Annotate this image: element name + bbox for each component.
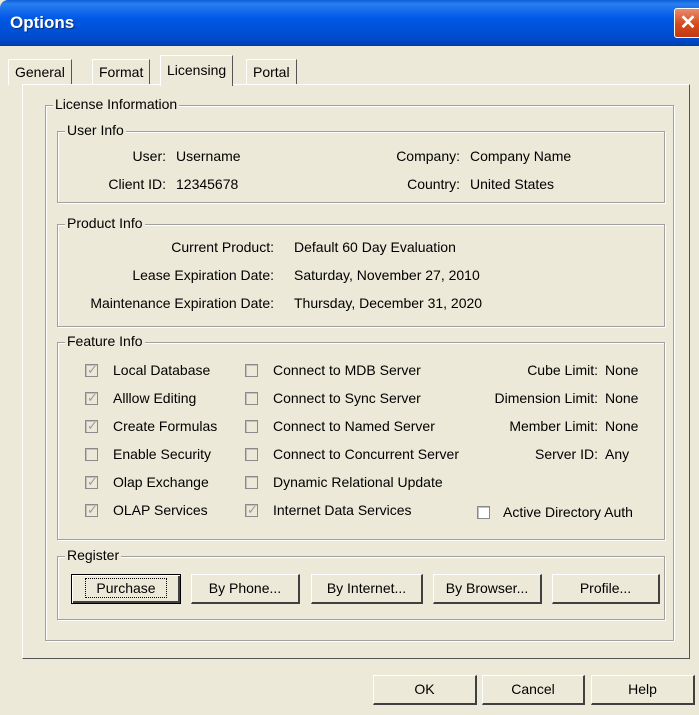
license-information-group: License Information User Info User: User…	[45, 96, 674, 641]
dimension-limit-label: Dimension Limit:	[494, 390, 598, 406]
register-group: Register Purchase By Phone... By Interne…	[57, 547, 665, 620]
active-directory-auth-checkbox[interactable]	[477, 506, 490, 519]
member-limit-value: None	[605, 418, 639, 434]
tab-format[interactable]: Format	[92, 59, 151, 85]
maintenance-expiration-label: Maintenance Expiration Date:	[90, 295, 274, 311]
country-value: United States	[470, 176, 555, 192]
product-info-group: Product Info Current Product: Default 60…	[57, 215, 665, 327]
create-formulas-label: Create Formulas	[113, 418, 218, 434]
connect-sync-server-checkbox[interactable]	[245, 392, 258, 405]
user-info-group: User Info User: Username Client ID: 1234…	[57, 122, 665, 203]
ok-label: OK	[414, 681, 435, 697]
olap-exchange-label: Olap Exchange	[113, 474, 209, 490]
server-id-value: Any	[605, 446, 630, 462]
connect-concurrent-server-checkbox[interactable]	[245, 448, 258, 461]
options-dialog: Options ✕ General Format Licensing Porta…	[0, 0, 699, 715]
cube-limit-value: None	[605, 362, 639, 378]
connect-concurrent-server-label: Connect to Concurrent Server	[273, 446, 459, 462]
title-bar[interactable]: Options ✕	[0, 0, 699, 46]
tab-general[interactable]: General	[8, 59, 72, 85]
connect-mdb-server-checkbox[interactable]	[245, 364, 258, 377]
connect-named-server-label: Connect to Named Server	[273, 418, 435, 434]
check-icon: ✓	[87, 390, 98, 405]
by-internet-label: By Internet...	[326, 580, 407, 596]
server-id-label: Server ID:	[534, 446, 598, 462]
feature-info-group: Feature Info ✓ Local Database ✓ Alllow E…	[57, 333, 665, 540]
connect-mdb-server-label: Connect to MDB Server	[273, 362, 421, 378]
license-information-legend: License Information	[53, 96, 180, 112]
profile-label: Profile...	[579, 580, 632, 596]
help-label: Help	[628, 681, 657, 697]
country-label: Country:	[407, 176, 460, 192]
company-value: Company Name	[470, 148, 572, 164]
internet-data-services-checkbox[interactable]: ✓	[245, 502, 258, 517]
window-title: Options	[10, 13, 75, 32]
tab-format-label: Format	[99, 64, 144, 80]
cube-limit-label: Cube Limit:	[527, 362, 598, 378]
olap-services-label: OLAP Services	[113, 502, 208, 518]
connect-sync-server-label: Connect to Sync Server	[273, 390, 421, 406]
allow-editing-label: Alllow Editing	[113, 390, 197, 406]
dynamic-relational-update-label: Dynamic Relational Update	[273, 474, 443, 490]
by-phone-label: By Phone...	[208, 580, 282, 596]
olap-exchange-checkbox[interactable]: ✓	[85, 474, 98, 489]
active-directory-auth-label: Active Directory Auth	[503, 504, 633, 520]
product-info-legend: Product Info	[65, 215, 145, 231]
maintenance-expiration-value: Thursday, December 31, 2020	[294, 295, 483, 311]
check-icon: ✓	[87, 362, 98, 377]
current-product-label: Current Product:	[171, 239, 274, 255]
check-icon: ✓	[247, 502, 258, 517]
client-id-label: Client ID:	[108, 176, 166, 192]
enable-security-checkbox[interactable]	[85, 448, 98, 461]
help-button[interactable]: Help	[591, 675, 695, 705]
by-phone-button[interactable]: By Phone...	[191, 574, 300, 604]
tab-general-label: General	[15, 64, 65, 80]
check-icon: ✓	[87, 418, 98, 433]
purchase-label: Purchase	[85, 578, 167, 598]
user-label: User:	[132, 148, 166, 164]
client-id-value: 12345678	[176, 176, 239, 192]
tab-portal-label: Portal	[253, 64, 290, 80]
by-internet-button[interactable]: By Internet...	[311, 574, 423, 604]
user-info-legend: User Info	[65, 122, 126, 138]
connect-named-server-checkbox[interactable]	[245, 420, 258, 433]
ok-button[interactable]: OK	[373, 675, 477, 705]
olap-services-checkbox[interactable]: ✓	[85, 502, 98, 517]
dynamic-relational-update-checkbox[interactable]	[245, 476, 258, 489]
tab-portal[interactable]: Portal	[246, 59, 297, 85]
profile-button[interactable]: Profile...	[552, 574, 660, 604]
check-icon: ✓	[87, 502, 98, 517]
lease-expiration-value: Saturday, November 27, 2010	[294, 267, 480, 283]
register-legend: Register	[65, 547, 122, 563]
lease-expiration-label: Lease Expiration Date:	[132, 267, 274, 283]
local-database-label: Local Database	[113, 362, 211, 378]
company-label: Company:	[396, 148, 460, 164]
local-database-checkbox[interactable]: ✓	[85, 362, 98, 377]
tab-licensing-label: Licensing	[167, 62, 227, 78]
member-limit-label: Member Limit:	[509, 418, 598, 434]
feature-info-legend: Feature Info	[65, 333, 145, 349]
close-icon: ✕	[679, 12, 697, 34]
cancel-label: Cancel	[511, 681, 555, 697]
create-formulas-checkbox[interactable]: ✓	[85, 418, 98, 433]
user-value: Username	[176, 148, 241, 164]
enable-security-label: Enable Security	[113, 446, 212, 462]
by-browser-button[interactable]: By Browser...	[433, 574, 542, 604]
allow-editing-checkbox[interactable]: ✓	[85, 390, 98, 405]
purchase-button[interactable]: Purchase	[71, 574, 181, 604]
close-button[interactable]: ✕	[674, 8, 699, 38]
dimension-limit-value: None	[605, 390, 639, 406]
check-icon: ✓	[87, 474, 98, 489]
internet-data-services-label: Internet Data Services	[273, 502, 412, 518]
licensing-panel: License Information User Info User: User…	[22, 84, 690, 659]
cancel-button[interactable]: Cancel	[482, 675, 585, 705]
tab-licensing[interactable]: Licensing	[160, 55, 234, 86]
by-browser-label: By Browser...	[445, 580, 529, 596]
current-product-value: Default 60 Day Evaluation	[294, 239, 456, 255]
